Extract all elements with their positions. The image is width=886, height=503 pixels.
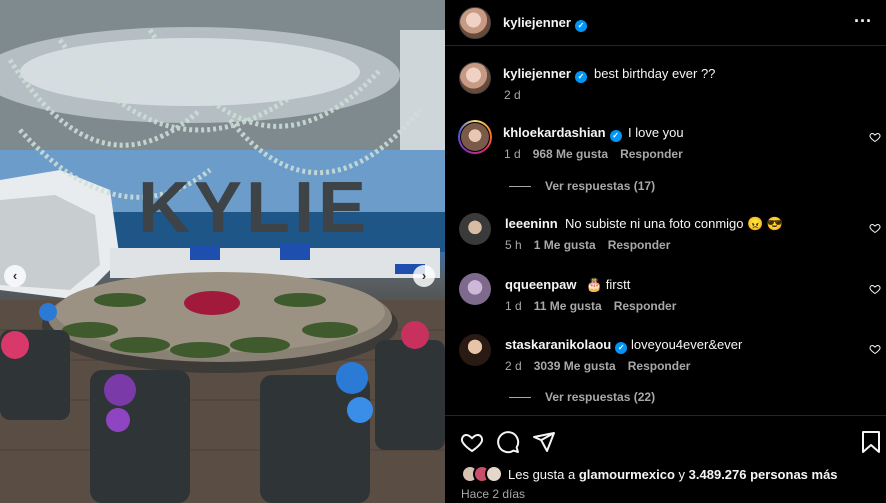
comment-like-heart-icon[interactable] (869, 222, 881, 234)
reply-button[interactable]: Responder (614, 299, 677, 313)
send-icon[interactable] (532, 430, 556, 454)
reply-button[interactable]: Responder (620, 147, 683, 161)
comment-text: No subiste ni una foto conmigo 😠 😎 (565, 216, 784, 231)
post-timestamp: Hace 2 días (461, 487, 526, 501)
caption-time: 2 d (504, 88, 521, 102)
caption-avatar[interactable] (459, 62, 491, 94)
view-replies-button[interactable]: Ver respuestas (17) (545, 179, 655, 193)
comment-likes[interactable]: 968 Me gusta (533, 147, 608, 161)
verified-badge-icon: ✓ (574, 71, 587, 83)
comment-meta: 1 d 968 Me gusta Responder (504, 147, 695, 161)
verified-badge-icon: ✓ (574, 20, 587, 32)
liker-avatar (485, 465, 503, 483)
comment-meta: 2 d 3039 Me gusta Responder (505, 359, 702, 373)
comment-username[interactable]: khloekardashian ✓ (503, 125, 622, 142)
yacht-party-illustration: KYLIE (0, 0, 445, 503)
caption-text: best birthday ever ?? (594, 66, 716, 81)
comment-likes[interactable]: 3039 Me gusta (534, 359, 616, 373)
story-ring[interactable] (458, 120, 492, 154)
instagram-post-modal: KYLIE ‹ › kyliejenner ✓ ··· kyliejenner … (0, 0, 886, 503)
comment-time: 2 d (505, 359, 522, 373)
comment-like-heart-icon[interactable] (869, 131, 881, 143)
comment-likes[interactable]: 11 Me gusta (534, 299, 602, 313)
commenter-avatar[interactable] (459, 334, 491, 366)
post-side-panel: kyliejenner ✓ ··· kyliejenner ✓ best birth… (445, 0, 886, 503)
comment-like-heart-icon[interactable] (869, 343, 881, 355)
liker-username[interactable]: glamourmexico (579, 467, 675, 482)
more-options-icon[interactable]: ··· (851, 12, 875, 32)
comment-time: 5 h (505, 238, 522, 252)
comment-meta: 1 d 11 Me gusta Responder (505, 299, 688, 313)
balloon-letters: KYLIE (138, 168, 370, 248)
comment-time: 1 d (504, 147, 521, 161)
verified-badge-icon: ✓ (609, 130, 622, 142)
verified-badge-icon: ✓ (615, 342, 628, 354)
comment-username[interactable]: qqueenpaw (505, 277, 577, 292)
comment-username[interactable]: staskaranikolaou ✓ (505, 337, 628, 354)
comment-meta: 5 h 1 Me gusta Responder (505, 238, 682, 252)
post-photo[interactable]: KYLIE ‹ › (0, 0, 445, 503)
comment-time: 1 d (505, 299, 522, 313)
likes-summary[interactable]: Les gusta a glamourmexico y 3.489.276 pe… (508, 467, 838, 482)
comment-username[interactable]: leeeninn (505, 216, 558, 231)
comment-like-heart-icon[interactable] (869, 283, 881, 295)
bookmark-icon[interactable] (860, 430, 882, 454)
next-photo-button[interactable]: › (413, 265, 435, 287)
author-avatar[interactable] (459, 7, 491, 39)
comment-icon[interactable] (496, 430, 520, 454)
commenter-avatar[interactable] (459, 213, 491, 245)
previous-photo-button[interactable]: ‹ (4, 265, 26, 287)
replies-line (509, 397, 531, 398)
view-replies-button[interactable]: Ver respuestas (22) (545, 390, 655, 404)
comment-likes[interactable]: 1 Me gusta (534, 238, 596, 252)
post-actions-bar: Les gusta a glamourmexico y 3.489.276 pe… (445, 415, 886, 503)
replies-line (509, 186, 531, 187)
comment-text: I love you (628, 125, 684, 140)
commenter-avatar[interactable] (459, 273, 491, 305)
caption-username[interactable]: kyliejenner ✓ (503, 66, 587, 83)
commenter-avatar[interactable] (461, 123, 489, 151)
comment-text: 🎂 firstt (586, 277, 631, 292)
post-header: kyliejenner ✓ ··· (445, 0, 886, 46)
comment-text: loveyou4ever&ever (631, 337, 743, 352)
likes-count[interactable]: 3.489.276 personas más (689, 467, 838, 482)
author-username[interactable]: kyliejenner ✓ (503, 15, 587, 32)
reply-button[interactable]: Responder (628, 359, 691, 373)
heart-icon[interactable] (460, 430, 484, 454)
reply-button[interactable]: Responder (608, 238, 671, 252)
